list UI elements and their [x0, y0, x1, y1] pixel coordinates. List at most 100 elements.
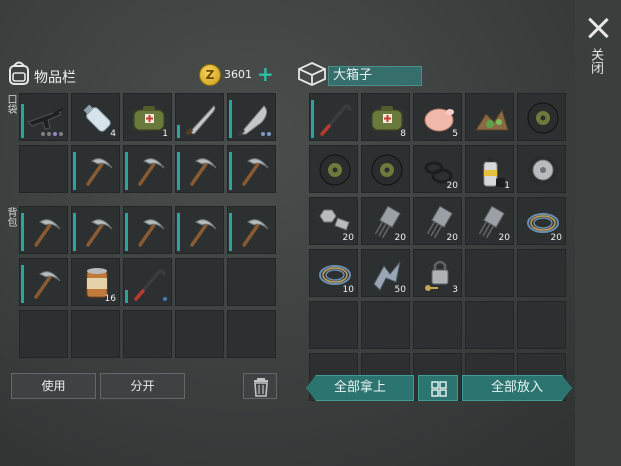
- backpack-label: 背包: [5, 207, 16, 227]
- cleaver-icon: [236, 105, 268, 136]
- pickaxe-icon: [190, 158, 217, 186]
- container-slot[interactable]: [517, 249, 566, 297]
- backpack-slot[interactable]: [123, 310, 172, 358]
- durability-bar: [73, 152, 76, 190]
- put-all-button[interactable]: 全部放入: [462, 375, 572, 401]
- pocket-slot[interactable]: [175, 145, 224, 193]
- backpack-icon: [9, 61, 29, 85]
- pocket-label: 口袋: [5, 94, 16, 114]
- item-quantity: 50: [394, 285, 406, 295]
- container-slot[interactable]: [517, 145, 566, 193]
- durability-bar: [229, 152, 232, 190]
- container-slot[interactable]: 8: [361, 93, 410, 141]
- pocket-slot[interactable]: [227, 145, 276, 193]
- item-quantity: 20: [342, 233, 354, 243]
- sort-button[interactable]: [418, 375, 458, 401]
- pocket-slot[interactable]: [19, 93, 68, 141]
- durability-bar: [125, 290, 128, 303]
- container-slot[interactable]: [465, 93, 514, 141]
- pickaxe-icon: [86, 158, 113, 186]
- item-quantity: 4: [110, 129, 116, 139]
- pickaxe-icon: [34, 271, 61, 299]
- close-label: 关闭: [588, 48, 603, 74]
- container-slot[interactable]: 3: [413, 249, 462, 297]
- durability-bar: [21, 213, 24, 251]
- container-slot[interactable]: [517, 93, 566, 141]
- backpack-slot[interactable]: [175, 310, 224, 358]
- durability-bar: [21, 265, 24, 303]
- backpack-slot[interactable]: [123, 258, 172, 306]
- coin-icon: Z: [199, 64, 221, 86]
- pocket-slot[interactable]: [175, 93, 224, 141]
- backpack-slot[interactable]: [175, 206, 224, 254]
- container-slot[interactable]: 10: [309, 249, 358, 297]
- backpack-slot[interactable]: [71, 310, 120, 358]
- backpack-slot[interactable]: [19, 258, 68, 306]
- container-slot[interactable]: [361, 145, 410, 193]
- container-slot[interactable]: 1: [465, 145, 514, 193]
- pocket-slot[interactable]: [71, 145, 120, 193]
- container-slot[interactable]: 50: [361, 249, 410, 297]
- crate-icon: [298, 62, 326, 86]
- trash-icon: [254, 378, 268, 397]
- backpack-slot[interactable]: [19, 310, 68, 358]
- container-slot[interactable]: 20: [413, 145, 462, 193]
- backpack-slot[interactable]: 16: [71, 258, 120, 306]
- item-quantity: 20: [446, 233, 458, 243]
- container-slot[interactable]: 20: [465, 197, 514, 245]
- container-slot[interactable]: [413, 301, 462, 349]
- quality-dots: [261, 132, 271, 136]
- pocket-slot[interactable]: [123, 145, 172, 193]
- backpack-slot[interactable]: [19, 206, 68, 254]
- wheel-rim-icon: [528, 155, 558, 185]
- item-quantity: 20: [498, 233, 510, 243]
- pickaxe-icon: [138, 219, 165, 247]
- trash-button[interactable]: [243, 373, 277, 399]
- container-slot[interactable]: 20: [309, 197, 358, 245]
- container-slot[interactable]: [465, 249, 514, 297]
- item-quantity: 10: [342, 285, 354, 295]
- backpack-slot[interactable]: [175, 258, 224, 306]
- pocket-slot[interactable]: [19, 145, 68, 193]
- container-slot[interactable]: 20: [413, 197, 462, 245]
- item-quantity: 20: [550, 233, 562, 243]
- pickaxe-icon: [138, 158, 165, 186]
- container-name-field[interactable]: 大箱子: [328, 66, 422, 86]
- quality-dots: [163, 297, 167, 301]
- backpack-slot[interactable]: [123, 206, 172, 254]
- use-button[interactable]: 使用: [11, 373, 96, 399]
- pickaxe-icon: [34, 219, 61, 247]
- container-slot[interactable]: 20: [517, 197, 566, 245]
- container-slot[interactable]: 20: [361, 197, 410, 245]
- item-quantity: 5: [452, 129, 458, 139]
- pocket-slot[interactable]: 4: [71, 93, 120, 141]
- pocket-slot[interactable]: [227, 93, 276, 141]
- container-slot[interactable]: [517, 301, 566, 349]
- backpack-slot[interactable]: [227, 258, 276, 306]
- container-slot[interactable]: [309, 93, 358, 141]
- item-quantity: 1: [504, 181, 510, 191]
- grid-icon: [431, 381, 447, 397]
- container-slot[interactable]: [309, 301, 358, 349]
- durability-bar: [73, 213, 76, 251]
- take-all-button[interactable]: 全部拿上: [306, 375, 414, 401]
- item-quantity: 3: [452, 285, 458, 295]
- container-slot[interactable]: 5: [413, 93, 462, 141]
- inventory-title: 物品栏: [34, 70, 76, 86]
- item-quantity: 20: [394, 233, 406, 243]
- container-slot[interactable]: [309, 145, 358, 193]
- quality-dots: [41, 132, 63, 136]
- add-coins-button[interactable]: +: [257, 64, 274, 84]
- backpack-slot[interactable]: [227, 206, 276, 254]
- container-slot[interactable]: [361, 301, 410, 349]
- close-icon[interactable]: [584, 14, 612, 42]
- durability-bar: [177, 213, 180, 251]
- container-slot[interactable]: [465, 301, 514, 349]
- split-button[interactable]: 分开: [100, 373, 185, 399]
- pocket-slot[interactable]: 1: [123, 93, 172, 141]
- durability-bar: [21, 104, 24, 138]
- backpack-slot[interactable]: [227, 310, 276, 358]
- backpack-slot[interactable]: [71, 206, 120, 254]
- durability-bar: [311, 100, 314, 138]
- crowbar-icon: [134, 269, 166, 301]
